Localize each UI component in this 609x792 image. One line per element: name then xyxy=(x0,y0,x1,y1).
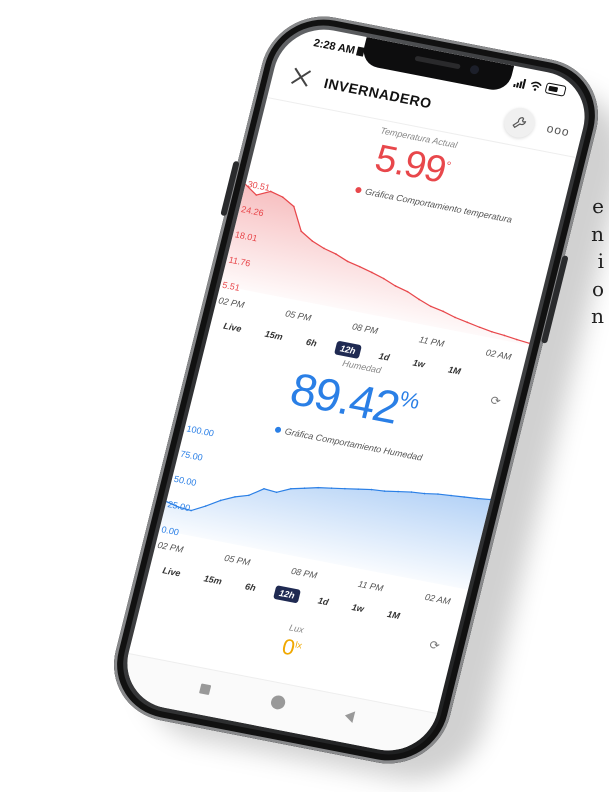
status-icons xyxy=(513,76,567,97)
range-button-1w[interactable]: 1w xyxy=(406,355,431,373)
chart-area-fill xyxy=(220,184,530,346)
range-button-1d[interactable]: 1d xyxy=(311,593,335,611)
close-button[interactable] xyxy=(289,66,313,89)
wrench-icon xyxy=(512,117,527,129)
range-button-1m[interactable]: 1M xyxy=(442,362,468,380)
settings-button[interactable] xyxy=(501,105,538,141)
range-button-1m[interactable]: 1M xyxy=(381,606,407,624)
wifi-icon xyxy=(531,81,542,91)
front-camera xyxy=(468,64,481,75)
range-button-6h[interactable]: 6h xyxy=(300,334,324,352)
back-icon[interactable] xyxy=(343,709,356,723)
range-button-1w[interactable]: 1w xyxy=(345,599,370,617)
home-icon[interactable] xyxy=(269,694,287,711)
recent-apps-icon[interactable] xyxy=(198,683,212,696)
chart-area-fill xyxy=(159,487,491,590)
range-button-6h[interactable]: 6h xyxy=(239,578,263,596)
signal-icon xyxy=(513,78,527,89)
legend-dot-icon xyxy=(354,186,363,194)
more-options-button[interactable]: ooo xyxy=(545,121,571,139)
page-title: INVERNADERO xyxy=(322,74,434,112)
legend-dot-icon xyxy=(274,426,282,434)
range-button-1d[interactable]: 1d xyxy=(372,348,396,366)
status-time: 2:28 AM xyxy=(312,37,365,58)
battery-icon xyxy=(544,82,567,97)
speaker-grille xyxy=(414,55,461,70)
